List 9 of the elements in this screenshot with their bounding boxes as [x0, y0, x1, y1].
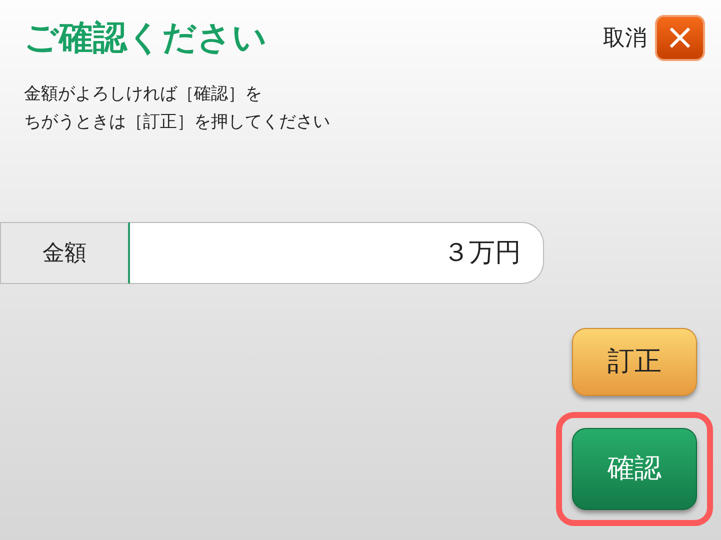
instruction-text: ちがうときは［訂正］を押してください	[24, 111, 331, 134]
instruction-text: 金額がよろしければ［確認］を	[24, 83, 263, 106]
page-title: ご確認ください	[24, 17, 267, 60]
amount-label: 金額	[0, 222, 130, 284]
confirm-button[interactable]: 確認	[572, 428, 697, 510]
amount-value: ３万円	[130, 222, 544, 284]
close-button[interactable]: ×	[655, 15, 705, 61]
correct-button[interactable]: 訂正	[572, 328, 697, 396]
cancel-label: 取消	[603, 24, 647, 52]
